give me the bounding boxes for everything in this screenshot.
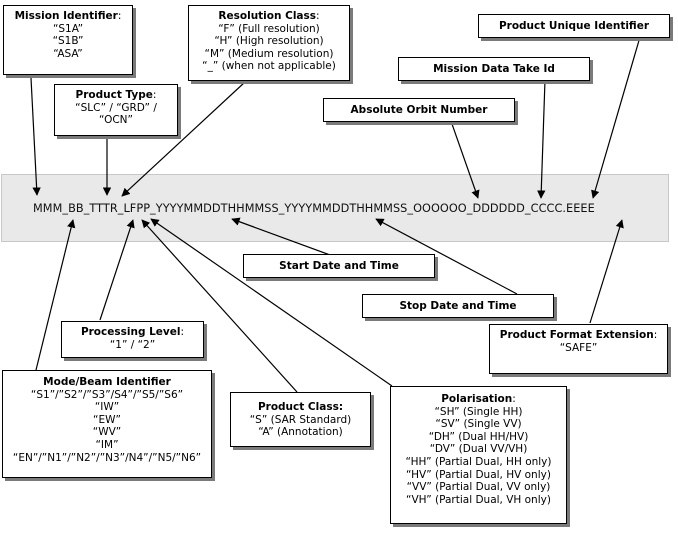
resolution-class-box: Resolution Class: “F” (Full resolution) … (188, 5, 350, 81)
stop-date-time-title: Stop Date and Time (399, 299, 517, 312)
mission-data-take-id-title: Mission Data Take Id (433, 62, 555, 75)
product-format-extension-value: “SAFE” (559, 341, 598, 354)
mode-beam-identifier-value: “S1”/”S2”/”S3”/S4”/”S5/”S6” (30, 388, 184, 401)
processing-level-box: Processing Level: “1” / “2” (61, 321, 204, 358)
mission-identifier-value: “S1A” (52, 22, 84, 35)
mission-identifier-value: “ASA” (53, 47, 83, 60)
mode-beam-identifier-value: “EW” (93, 413, 121, 426)
mission-identifier-value: “S1B” (52, 35, 84, 48)
filename-template: MMM_BB_TTTR_LFPP_YYYYMMDDTHHMMSS_YYYYMMD… (33, 202, 595, 215)
polarisation-value: “VV” (Partial Dual, VV only) (406, 481, 551, 494)
mission-identifier-box: Mission Identifier: “S1A” “S1B” “ASA” (3, 5, 133, 75)
processing-level-title: Processing Level (80, 326, 181, 338)
polarisation-box: Polarisation: “SH” (Single HH) “SV” (Sin… (390, 386, 567, 524)
product-type-box: Product Type: “SLC” / “GRD” / “OCN” (54, 84, 178, 136)
resolution-class-value: “_” (when not applicable) (202, 60, 336, 73)
mode-beam-identifier-value: “IW” (94, 401, 120, 414)
resolution-class-value: “M” (Medium resolution) (204, 47, 334, 60)
resolution-class-value: “H” (High resolution) (214, 35, 324, 48)
product-class-title: Product Class: (257, 401, 344, 413)
start-date-time-box: Start Date and Time (243, 254, 435, 278)
polarisation-value: “HH” (Partial Dual, HH only) (405, 455, 552, 468)
resolution-class-title: Resolution Class (218, 10, 317, 22)
resolution-class-value: “F” (Full resolution) (218, 22, 320, 35)
polarisation-value: “HV” (Partial Dual, HV only) (406, 468, 551, 481)
product-type-value: “OCN” (99, 114, 133, 127)
mode-beam-identifier-value: “IM” (95, 438, 119, 451)
polarisation-value: “DH” (Dual HH/HV) (428, 430, 529, 443)
polarisation-value: “DV” (Dual VV/VH) (429, 443, 528, 456)
arrow-product-class (141, 219, 298, 393)
absolute-orbit-number-box: Absolute Orbit Number (323, 98, 515, 122)
arrow-polarisation (150, 218, 393, 387)
product-class-box: Product Class: “S” (SAR Standard) “A” (A… (230, 392, 371, 447)
product-unique-identifier-title: Product Unique Identifier (498, 19, 650, 32)
mode-beam-identifier-value: “EN”/”N1”/”N2”/”N3”/N4”/”N5/”N6” (12, 451, 202, 464)
product-unique-identifier-box: Product Unique Identifier (478, 14, 670, 38)
start-date-time-title: Start Date and Time (279, 259, 399, 272)
product-type-value: “SLC” / “GRD” / (75, 101, 157, 114)
stop-date-time-box: Stop Date and Time (362, 294, 554, 318)
polarisation-title: Polarisation (441, 393, 513, 405)
product-class-value: “S” (SAR Standard) (249, 413, 352, 426)
polarisation-value: “SH” (Single HH) (434, 405, 523, 418)
polarisation-value: “VH” (Partial Dual, VH only) (406, 493, 551, 506)
product-type-title: Product Type (75, 89, 153, 101)
polarisation-value: “SV” (Single VV) (435, 418, 522, 431)
processing-level-value: “1” / “2” (109, 338, 156, 351)
product-class-value: “A” (Annotation) (258, 426, 343, 439)
mode-beam-identifier-value: “WV” (92, 426, 122, 439)
product-format-extension-box: Product Format Extension: “SAFE” (489, 324, 668, 374)
product-format-extension-title: Product Format Extension (499, 329, 654, 341)
mission-identifier-title: Mission Identifier (14, 10, 118, 22)
mission-data-take-id-box: Mission Data Take Id (398, 57, 590, 81)
mode-beam-identifier-box: Mode/Beam Identifier “S1”/”S2”/”S3”/S4”/… (2, 370, 212, 478)
mode-beam-identifier-title: Mode/Beam Identifier (43, 376, 171, 388)
absolute-orbit-number-title: Absolute Orbit Number (350, 103, 488, 116)
